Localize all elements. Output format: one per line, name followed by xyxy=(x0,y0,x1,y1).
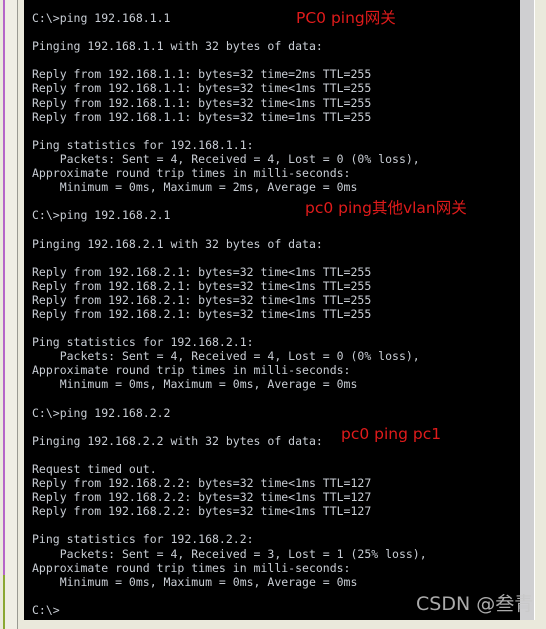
scrollbar-edge xyxy=(534,0,535,620)
terminal-line: Approximate round trip times in milli-se… xyxy=(32,363,351,378)
terminal-line: Request timed out. xyxy=(32,462,157,476)
terminal-line: Minimum = 0ms, Maximum = 2ms, Average = … xyxy=(32,180,358,195)
terminal-line: Minimum = 0ms, Maximum = 0ms, Average = … xyxy=(32,377,358,392)
terminal-line: Approximate round trip times in milli-se… xyxy=(32,560,351,575)
terminal-line: Reply from 192.168.2.2: bytes=32 time<1m… xyxy=(32,504,372,519)
terminal-line: Ping statistics for 192.168.2.1: xyxy=(32,335,254,350)
terminal-line: Reply from 192.168.1.1: bytes=32 time=1m… xyxy=(32,109,372,124)
terminal-line: Reply from 192.168.2.1: bytes=32 time<1m… xyxy=(32,278,372,293)
terminal-line: C:\>ping 192.168.2.2 xyxy=(32,405,171,420)
terminal-line: Packets: Sent = 4, Received = 4, Lost = … xyxy=(32,151,420,166)
vertical-scrollbar[interactable] xyxy=(520,0,534,620)
csdn-watermark: CSDN @叁青 xyxy=(416,593,534,615)
terminal-line: Reply from 192.168.2.1: bytes=32 time<1m… xyxy=(32,292,372,307)
terminal-output[interactable]: C:\>ping 192.168.1.1 Pinging 192.168.1.1 … xyxy=(24,0,520,620)
terminal-line: Ping statistics for 192.168.2.2: xyxy=(32,532,254,547)
command-prompt-window[interactable]: C:\>ping 192.168.1.1 Pinging 192.168.1.1 … xyxy=(24,0,520,620)
terminal-line: Ping statistics for 192.168.1.1: xyxy=(32,137,254,152)
annotation-ping-pc1: pc0 ping pc1 xyxy=(341,425,442,443)
page-canvas: C:\>ping 192.168.1.1 Pinging 192.168.1.1 … xyxy=(0,0,546,629)
terminal-line: Reply from 192.168.1.1: bytes=32 time<1m… xyxy=(32,81,372,96)
annotation-ping-gateway: PC0 ping网关 xyxy=(296,9,396,27)
terminal-line: Reply from 192.168.2.2: bytes=32 time<1m… xyxy=(32,476,372,491)
terminal-line: Approximate round trip times in milli-se… xyxy=(32,166,351,181)
terminal-line: Pinging 192.168.1.1 with 32 bytes of dat… xyxy=(32,39,323,54)
terminal-line: Minimum = 0ms, Maximum = 0ms, Average = … xyxy=(32,574,358,589)
terminal-line: Reply from 192.168.2.1: bytes=32 time<1m… xyxy=(32,264,372,279)
scrollbar-thumb[interactable] xyxy=(520,0,534,620)
terminal-line: Packets: Sent = 4, Received = 4, Lost = … xyxy=(32,349,420,364)
left-gutter xyxy=(5,0,17,629)
terminal-line: Reply from 192.168.1.1: bytes=32 time<1m… xyxy=(32,95,372,110)
terminal-line: Reply from 192.168.2.2: bytes=32 time<1m… xyxy=(32,490,372,505)
annotation-ping-other-vlan-gateway: pc0 ping其他vlan网关 xyxy=(305,199,467,217)
terminal-line: Pinging 192.168.2.2 with 32 bytes of dat… xyxy=(32,433,323,448)
terminal-line: Pinging 192.168.2.1 with 32 bytes of dat… xyxy=(32,236,323,251)
terminal-line: Reply from 192.168.2.1: bytes=32 time<1m… xyxy=(32,306,372,321)
terminal-line: Packets: Sent = 4, Received = 3, Lost = … xyxy=(32,546,427,561)
terminal-line: Reply from 192.168.1.1: bytes=32 time=2m… xyxy=(32,67,372,82)
terminal-line: C:\>ping 192.168.1.1 xyxy=(32,11,171,25)
